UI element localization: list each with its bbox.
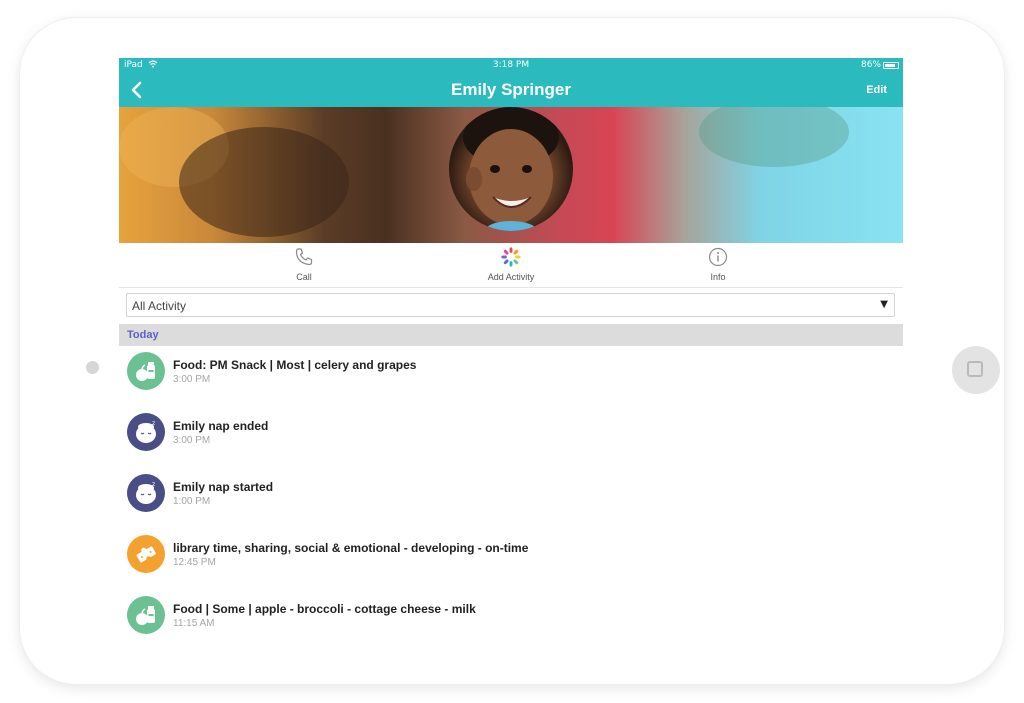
activity-burst-icon — [501, 247, 521, 267]
app-screen: iPad 3:18 PM 86% Emily Springer Edit Cal… — [119, 58, 903, 646]
svg-text:z: z — [152, 481, 155, 488]
nap-icon: z — [127, 413, 165, 451]
food-glyph — [136, 362, 155, 381]
child-avatar[interactable] — [449, 107, 573, 231]
nap-icon: z — [127, 474, 165, 512]
status-time: 3:18 PM — [492, 60, 530, 70]
activity-item[interactable]: Food: PM Snack | Most | celery and grape… — [119, 348, 903, 396]
svg-text:z: z — [152, 420, 155, 427]
activity-time: 11:15 AM — [173, 618, 215, 629]
add-activity-button[interactable]: Add Activity — [456, 246, 566, 282]
add-activity-label: Add Activity — [487, 272, 535, 282]
page-title: Emily Springer — [451, 80, 571, 99]
cover-blur-shape — [179, 127, 349, 237]
activity-item[interactable]: Food | Some | apple - broccoli - cottage… — [119, 592, 903, 640]
cover-blur-shape — [699, 107, 849, 167]
battery-icon — [883, 61, 899, 69]
home-button[interactable] — [952, 346, 1000, 394]
phone-icon — [295, 248, 313, 266]
activity-item[interactable]: z Emily nap ended 3:00 PM — [119, 409, 903, 457]
activity-time: 3:00 PM — [173, 435, 211, 446]
dropdown-caret-icon: ▼ — [880, 299, 888, 310]
cover-photo — [119, 107, 903, 243]
call-button[interactable]: Call — [249, 246, 359, 282]
action-bar: Call Add Activity Info — [119, 243, 903, 288]
battery-percent: 86% — [860, 60, 881, 70]
activity-filter-select[interactable]: All Activity ▼ — [126, 293, 895, 317]
activity-title: Food | Some | apple - broccoli - cottage… — [173, 602, 476, 616]
section-header-today: Today — [119, 324, 903, 346]
puzzle-icon — [127, 535, 165, 573]
info-icon — [708, 247, 728, 267]
activity-item[interactable]: z Emily nap started 1:00 PM — [119, 470, 903, 518]
front-camera — [86, 361, 99, 374]
status-right: 86% — [861, 60, 899, 70]
info-button[interactable]: Info — [663, 246, 773, 282]
food-glyph — [136, 606, 155, 625]
nap-glyph: z — [136, 420, 156, 443]
edit-button[interactable]: Edit — [866, 84, 887, 96]
activity-title: Emily nap started — [173, 480, 274, 494]
activity-title: library time, sharing, social & emotiona… — [173, 541, 529, 555]
status-bar: iPad 3:18 PM 86% — [119, 58, 903, 74]
food-icon — [127, 352, 165, 390]
battery-level — [885, 63, 895, 67]
call-label: Call — [296, 272, 312, 282]
activity-time: 1:00 PM — [173, 496, 211, 507]
info-label: Info — [710, 272, 726, 282]
food-icon — [127, 596, 165, 634]
activity-item[interactable]: library time, sharing, social & emotiona… — [119, 531, 903, 579]
nap-glyph: z — [136, 481, 156, 504]
activity-title: Food: PM Snack | Most | celery and grape… — [173, 358, 417, 372]
activity-time: 12:45 PM — [173, 557, 216, 568]
home-button-icon — [967, 361, 983, 377]
activity-time: 3:00 PM — [173, 374, 211, 385]
child-portrait-illustration — [463, 107, 559, 231]
navigation-bar: Emily Springer Edit — [119, 74, 903, 107]
filter-selected-value: All Activity — [132, 299, 187, 313]
activity-title: Emily nap ended — [173, 419, 269, 433]
puzzle-glyph — [136, 546, 156, 563]
